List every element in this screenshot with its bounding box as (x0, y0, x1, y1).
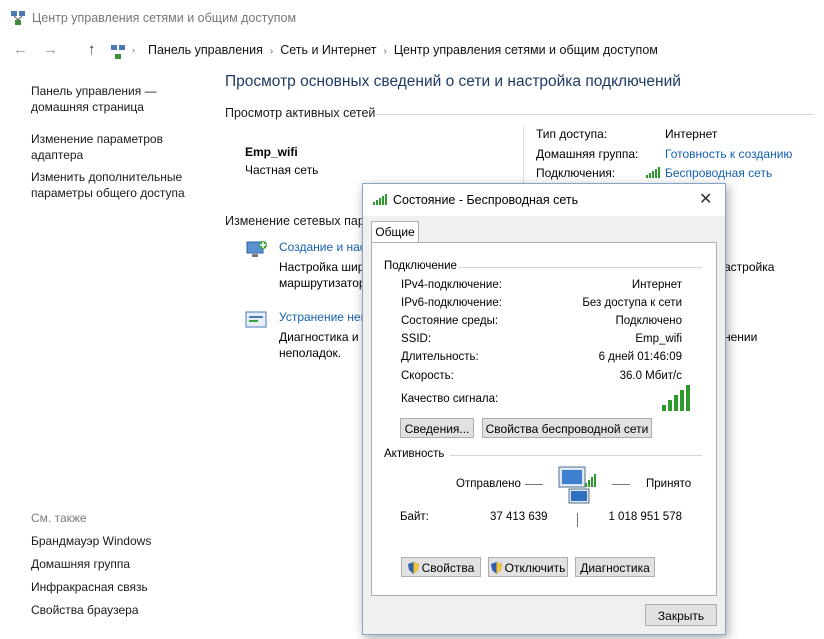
forward-button[interactable]: → (43, 41, 58, 58)
wireless-properties-button[interactable]: Свойства беспроводной сети (482, 418, 652, 438)
received-label: Принято (646, 478, 692, 490)
breadcrumb-network-internet[interactable]: Сеть и Интернет (280, 43, 376, 57)
disable-button-label: Отключить (504, 561, 566, 575)
wifi-signal-icon (646, 167, 660, 178)
setup-connection-link[interactable]: Создание и нас (279, 240, 366, 254)
details-button[interactable]: Сведения... (400, 418, 474, 438)
divider (376, 114, 814, 115)
duration-label: Длительность: (401, 351, 479, 363)
connections-label: Подключения: (536, 166, 616, 180)
setup-connection-desc-2: маршрутизатор (279, 276, 366, 290)
up-button[interactable]: ↑ (88, 41, 96, 58)
network-name: Emp_wifi (245, 145, 298, 159)
uac-shield-icon (407, 562, 419, 574)
network-center-icon (11, 11, 25, 25)
troubleshoot-desc-1: Диагностика и (279, 330, 359, 344)
divider (450, 455, 702, 456)
signal-bar (680, 390, 684, 411)
ssid-value: Emp_wifi (635, 333, 682, 345)
access-type-value: Интернет (665, 127, 718, 141)
see-also-infrared[interactable]: Инфракрасная связь (31, 579, 201, 595)
sidebar-item-home[interactable]: Панель управления — домашняя страница (31, 83, 201, 115)
network-computers-icon (558, 466, 596, 504)
breadcrumb-chevron-icon: › (383, 46, 387, 57)
connection-link[interactable]: Беспроводная сеть (665, 166, 772, 180)
activity-group-title: Активность (384, 448, 445, 460)
dialog-title: Состояние - Беспроводная сеть (393, 193, 579, 207)
control-panel-icon (111, 45, 125, 59)
bytes-label: Байт: (400, 511, 429, 523)
ssid-label: SSID: (401, 333, 432, 345)
divider (458, 267, 702, 268)
divider (577, 513, 578, 527)
ipv4-value: Интернет (631, 279, 682, 291)
signal-bar (662, 405, 666, 411)
ipv6-label: IPv6-подключение: (401, 297, 502, 309)
bytes-sent-value: 37 413 639 (490, 511, 548, 523)
speed-value: 36.0 Мбит/с (619, 370, 682, 382)
duration-value: 6 дней 01:46:09 (598, 351, 682, 363)
see-also-title: См. также (31, 511, 87, 525)
signal-strength-icon (662, 385, 690, 411)
divider (612, 484, 630, 485)
troubleshoot-icon (245, 311, 267, 328)
uac-shield-icon (490, 562, 502, 574)
dialog-titlebar: Состояние - Беспроводная сеть ✕ (363, 184, 725, 216)
tab-general[interactable]: Общие (371, 221, 419, 243)
disable-button[interactable]: Отключить (488, 557, 568, 577)
connection-group-title: Подключение (384, 260, 457, 272)
signal-quality-label: Качество сигнала: (401, 393, 499, 405)
bytes-received-value: 1 018 951 578 (608, 511, 682, 523)
troubleshoot-desc-2: неполадок. (279, 346, 342, 360)
page-title: Просмотр основных сведений о сети и наст… (225, 73, 681, 90)
close-icon[interactable]: ✕ (699, 189, 712, 209)
signal-bar (668, 400, 672, 411)
speed-label: Скорость: (401, 370, 454, 382)
change-settings-header: Изменение сетевых пара (225, 214, 372, 228)
homegroup-link[interactable]: Готовность к созданию (665, 147, 792, 161)
properties-button[interactable]: Свойства (401, 557, 481, 577)
new-connection-icon (246, 241, 267, 257)
status-dialog: Состояние - Беспроводная сеть ✕ Общие По… (362, 183, 726, 635)
sidebar-item-sharing-settings[interactable]: Изменить дополнительные параметры общего… (31, 169, 211, 201)
wifi-signal-icon (373, 194, 387, 205)
sent-label: Отправлено (456, 478, 521, 490)
homegroup-label: Домашняя группа: (536, 147, 639, 161)
general-tab-panel: Подключение IPv4-подключение: Интернет I… (371, 242, 717, 596)
see-also-homegroup[interactable]: Домашняя группа (31, 556, 201, 572)
divider (523, 126, 524, 186)
window-title: Центр управления сетями и общим доступом (32, 11, 297, 25)
media-state-value: Подключено (615, 315, 683, 327)
breadcrumb-network-center[interactable]: Центр управления сетями и общим доступом (394, 43, 658, 57)
diagnostics-button[interactable]: Диагностика (575, 557, 655, 577)
active-networks-header: Просмотр активных сетей (225, 106, 376, 120)
breadcrumb-chevron-icon: › (132, 45, 135, 55)
back-button[interactable]: ← (13, 41, 28, 58)
ipv6-value: Без доступа к сети (582, 297, 682, 309)
breadcrumb-chevron-icon: › (269, 46, 274, 57)
address-bar: ← → ↑ › Панель управления › Сеть и Интерне… (0, 36, 824, 66)
signal-bar (674, 395, 678, 411)
troubleshoot-desc-tail: нении (724, 330, 758, 344)
setup-connection-desc-tail: астройка (724, 260, 775, 274)
sidebar-item-adapter-settings[interactable]: Изменение параметров адаптера (31, 131, 201, 163)
troubleshoot-link[interactable]: Устранение неп (279, 310, 367, 324)
properties-button-label: Свойства (421, 561, 475, 575)
access-type-label: Тип доступа: (536, 127, 608, 141)
window-titlebar: Центр управления сетями и общим доступом (0, 0, 824, 36)
setup-connection-desc-1: Настройка шир (279, 260, 365, 274)
network-type: Частная сеть (245, 163, 319, 177)
signal-bar (686, 385, 690, 411)
divider (525, 484, 543, 485)
ipv4-label: IPv4-подключение: (401, 279, 502, 291)
see-also-browser-properties[interactable]: Свойства браузера (31, 602, 201, 618)
breadcrumb: Панель управления › Сеть и Интернет › Центр … (148, 43, 658, 57)
breadcrumb-control-panel[interactable]: Панель управления (148, 43, 263, 57)
close-button[interactable]: Закрыть (645, 604, 717, 626)
see-also-firewall[interactable]: Брандмауэр Windows (31, 533, 201, 549)
media-state-label: Состояние среды: (401, 315, 499, 327)
